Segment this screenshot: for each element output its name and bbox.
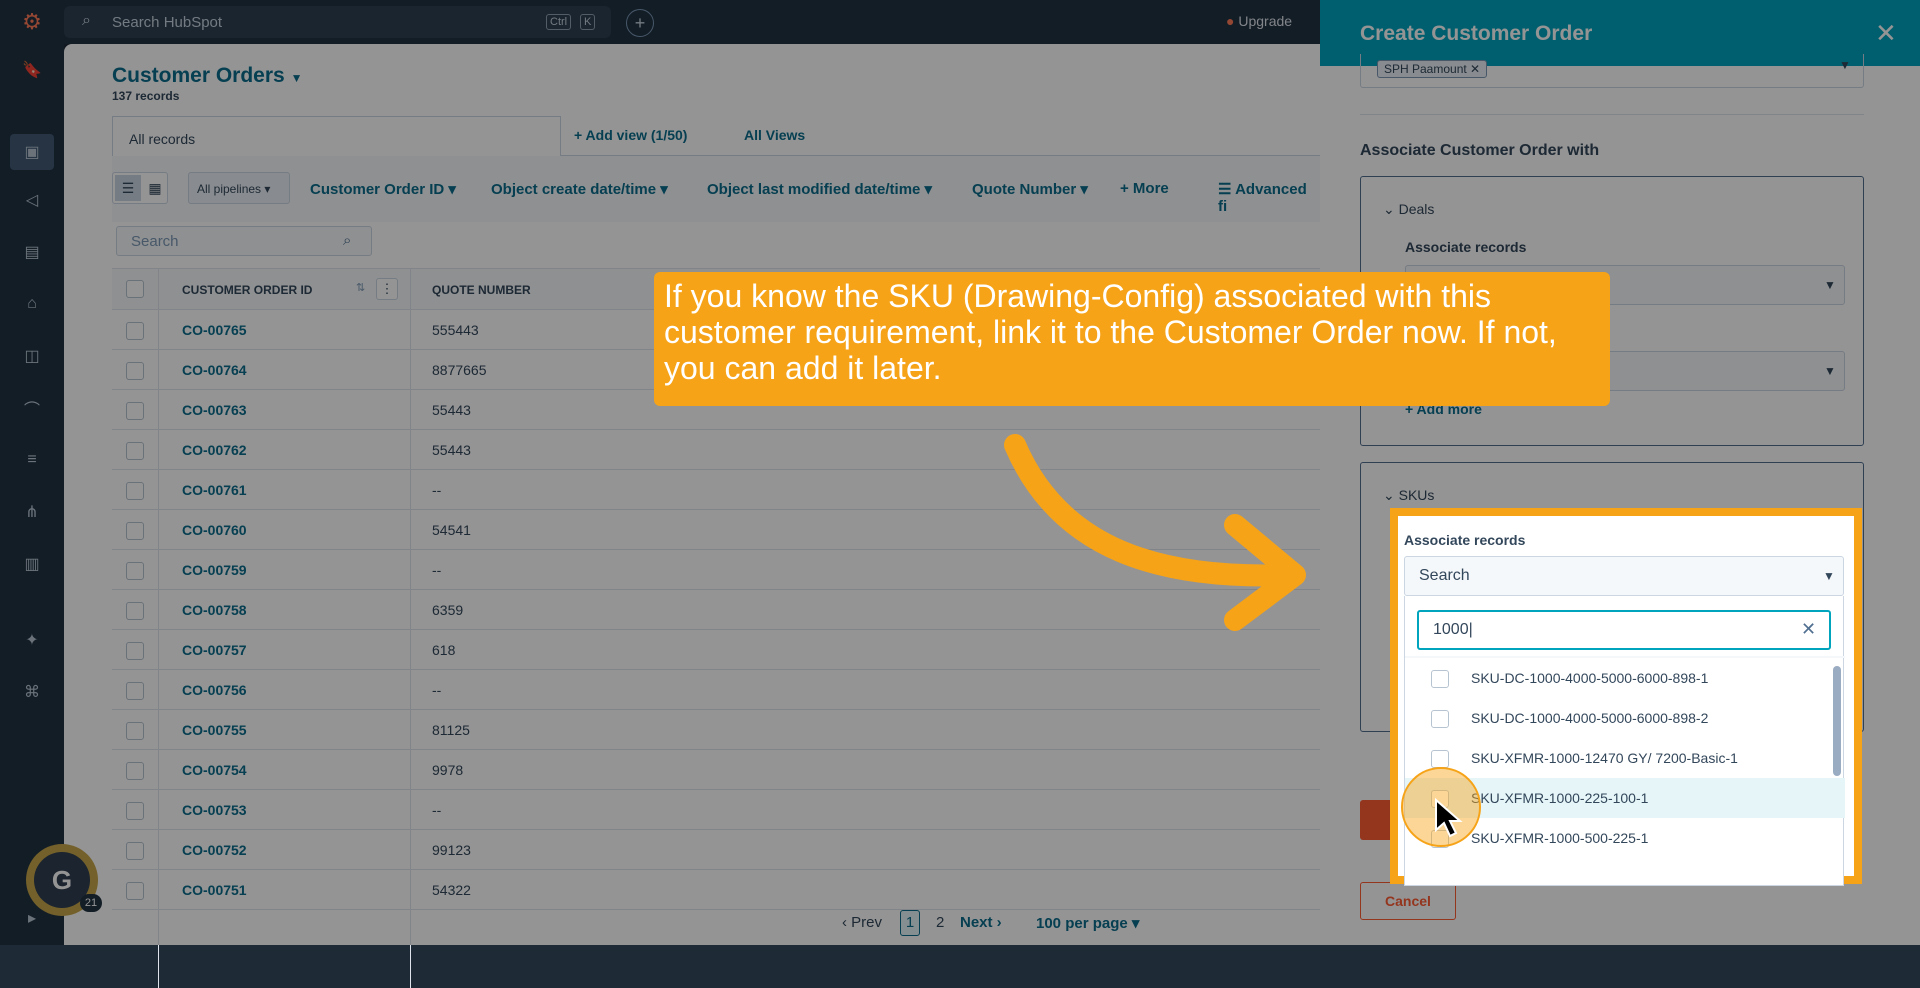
sku-option-label: SKU-XFMR-1000-500-225-1 [1471, 830, 1649, 846]
sku-option-checkbox[interactable] [1431, 710, 1449, 728]
sku-filter-input[interactable]: 1000| ✕ [1417, 610, 1831, 650]
sku-option-checkbox[interactable] [1431, 750, 1449, 768]
sku-option-label: SKU-DC-1000-4000-5000-6000-898-1 [1471, 670, 1709, 686]
sku-dropdown-menu: 1000| ✕ SKU-DC-1000-4000-5000-6000-898-1… [1404, 596, 1845, 886]
sku-associate-label: Associate records [1404, 532, 1526, 548]
sku-option[interactable]: SKU-XFMR-1000-12470 GY/ 7200-Basic-1 [1405, 738, 1845, 778]
chevron-down-icon: ▼ [1823, 569, 1835, 583]
callout-arrow-icon [1004, 434, 1306, 631]
clear-icon[interactable]: ✕ [1801, 619, 1816, 640]
sku-option-label: SKU-XFMR-1000-12470 GY/ 7200-Basic-1 [1471, 750, 1738, 766]
sku-select-value: Search [1419, 567, 1470, 584]
mouse-pointer-icon [1435, 798, 1463, 838]
sku-option[interactable]: SKU-DC-1000-4000-5000-6000-898-2 [1405, 698, 1845, 738]
sku-filter-value: 1000 [1433, 621, 1469, 638]
scrollbar-thumb[interactable] [1833, 666, 1841, 776]
sku-option[interactable]: SKU-DC-1000-4000-5000-6000-898-1 [1405, 658, 1845, 698]
sku-option-label: SKU-DC-1000-4000-5000-6000-898-2 [1471, 710, 1709, 726]
sku-option-checkbox[interactable] [1431, 670, 1449, 688]
sku-option-label: SKU-XFMR-1000-225-100-1 [1471, 790, 1649, 806]
sku-options-list: SKU-DC-1000-4000-5000-6000-898-1 SKU-DC-1… [1405, 658, 1845, 886]
sku-search-select[interactable]: Search ▼ [1404, 556, 1844, 596]
tutorial-callout: If you know the SKU (Drawing-Config) ass… [654, 272, 1610, 406]
